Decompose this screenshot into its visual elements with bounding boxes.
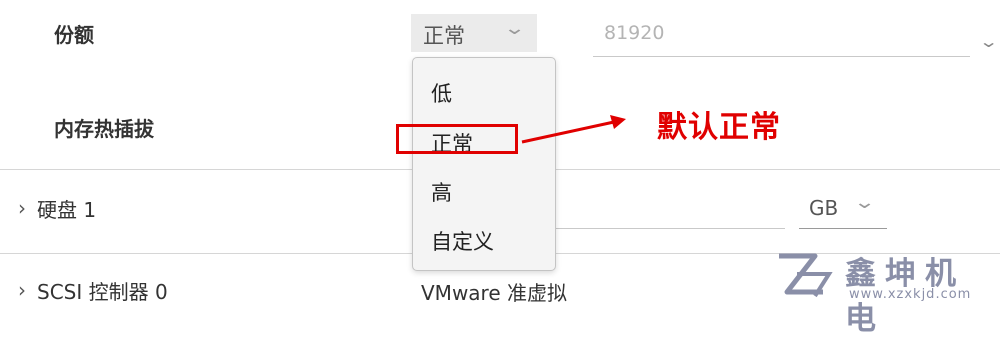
watermark-url: www.xzxkjd.com [849,287,972,302]
shares-value-input[interactable]: 81920 [604,22,664,44]
dropdown-option-high[interactable]: 高 [431,177,452,207]
disk-unit-value: GB [809,196,839,220]
memory-hot-plug-label: 内存热插拔 [54,117,154,141]
disk-size-input-underline[interactable] [555,228,785,229]
dropdown-option-low[interactable]: 低 [431,78,452,108]
highlight-box [396,124,518,154]
chevron-right-icon[interactable]: › [18,278,26,302]
disk-unit-underline [799,228,887,229]
shares-level-dropdown: 低 正常 高 自定义 [412,57,556,271]
annotation-text: 默认正常 [657,110,781,145]
scsi-controller-label[interactable]: SCSI 控制器 0 [37,276,168,305]
shares-value-underline [593,56,970,57]
watermark-logo-icon [779,253,833,298]
chevron-down-icon: ⌄ [853,192,876,213]
scsi-controller-value: VMware 准虚拟 [421,281,567,305]
chevron-down-icon: ⌄ [503,18,526,39]
red-arrow-icon [521,115,626,144]
hard-disk-label[interactable]: 硬盘 1 [37,194,96,223]
chevron-right-icon[interactable]: › [18,196,26,220]
dropdown-option-custom[interactable]: 自定义 [431,226,494,256]
disk-unit-select[interactable]: GB ⌄ [799,190,887,228]
shares-label: 份额 [54,23,94,47]
chevron-down-icon[interactable]: ⌄ [979,32,999,51]
shares-level-value: 正常 [423,24,465,48]
shares-level-select[interactable]: 正常 ⌄ [411,14,537,52]
